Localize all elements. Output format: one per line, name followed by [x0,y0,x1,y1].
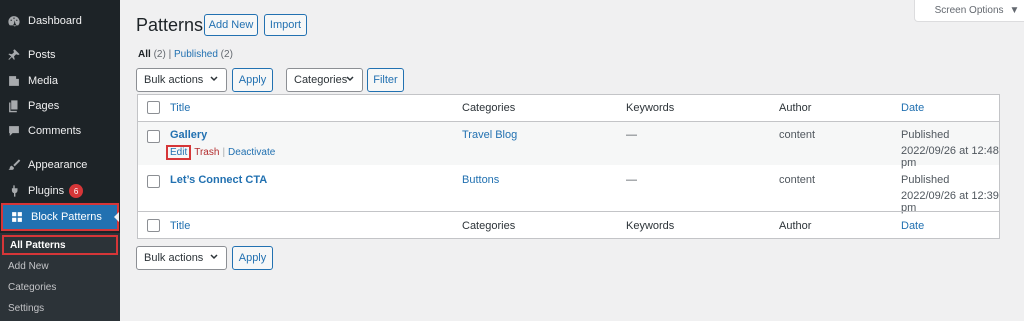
submenu-item-settings[interactable]: Settings [0,298,120,318]
sidebar-item-block-patterns[interactable]: Block Patterns [1,203,119,231]
select-all-checkbox[interactable] [147,101,160,114]
table-row: Let’s Connect CTA Buttons — content Publ… [138,165,999,214]
add-new-button[interactable]: Add New [204,14,258,36]
sidebar-item-plugins[interactable]: Plugins 6 [0,178,120,204]
row-category-link[interactable]: Travel Blog [462,129,517,141]
row-category-link[interactable]: Buttons [462,174,499,186]
column-author: Author [779,102,812,114]
sidebar-item-label: Dashboard [28,15,82,27]
column-categories: Categories [462,102,516,114]
bulk-actions-value: Bulk actions [144,74,204,86]
current-menu-arrow-icon [114,212,119,222]
row-checkbox[interactable] [147,175,160,188]
grid-icon [10,210,24,224]
chevron-down-icon [346,76,354,82]
chevron-down-icon [210,254,218,260]
sidebar-item-label: Comments [28,125,82,137]
import-button[interactable]: Import [264,14,307,36]
sidebar-item-appearance[interactable]: Appearance [0,152,120,178]
column-title-sort[interactable]: Title [170,220,190,232]
row-title-link[interactable]: Let’s Connect CTA [170,174,267,186]
row-status: Published [901,129,950,141]
categories-value: Categories [294,74,348,86]
dashboard-icon [7,14,21,28]
screen-options-label: Screen Options [934,5,1004,16]
page-title: Patterns [136,15,204,35]
admin-sidebar: Dashboard Posts Media Pages Comments App… [0,0,120,321]
brush-icon [7,158,21,172]
column-keywords: Keywords [626,220,675,232]
filter-all-link[interactable]: All [138,49,151,60]
trash-link[interactable]: Trash [194,147,219,158]
block-patterns-submenu: All Patterns Add New Categories Settings [0,233,120,321]
row-action-separator: | [222,147,226,158]
pages-icon [7,99,21,113]
media-icon [7,74,21,88]
chevron-down-icon [210,76,218,82]
plugin-icon [7,184,21,198]
column-date-sort[interactable]: Date [901,220,924,232]
caret-down-icon: ▼ [1009,5,1020,16]
sidebar-item-comments[interactable]: Comments [0,118,120,144]
row-keywords: — [626,129,637,141]
sidebar-item-label: Appearance [28,159,88,171]
screen-options-button[interactable]: Screen Options ▼ [914,0,1024,22]
sidebar-item-label: Block Patterns [31,211,102,223]
column-title-sort[interactable]: Title [170,102,190,114]
table-footer-row: Title Categories Keywords Author Date [138,211,999,238]
row-title-link[interactable]: Gallery [170,129,207,141]
column-categories: Categories [462,220,516,232]
sidebar-item-label: Posts [28,49,56,61]
categories-select[interactable]: Categories [286,68,363,92]
update-count-badge: 6 [69,184,84,198]
filter-published-count: (2) [220,49,233,60]
bulk-actions-select[interactable]: Bulk actions [136,68,227,92]
submenu-item-label: Categories [8,281,57,293]
bulk-actions-select-bottom[interactable]: Bulk actions [136,246,227,270]
main-content: Patterns Add New Import Screen Options ▼… [120,0,1024,321]
sidebar-item-dashboard[interactable]: Dashboard [0,8,120,34]
bulk-actions-value: Bulk actions [144,252,204,264]
row-actions: Edit Trash | Deactivate [166,145,275,160]
row-checkbox[interactable] [147,130,160,143]
pin-icon [7,48,21,62]
table-header-row: Title Categories Keywords Author Date [138,95,999,122]
table-row: Gallery Edit Trash | Deactivate Travel B… [138,122,999,169]
select-all-checkbox[interactable] [147,219,160,232]
sidebar-item-pages[interactable]: Pages [0,93,120,119]
column-author: Author [779,220,812,232]
apply-button-bottom[interactable]: Apply [232,246,273,270]
sidebar-item-media[interactable]: Media [0,68,120,94]
row-author: content [779,174,816,186]
submenu-item-label: Settings [8,302,45,314]
submenu-item-categories[interactable]: Categories [0,277,120,297]
comment-icon [7,124,21,138]
status-filter-links: All (2) | Published (2) [138,49,233,60]
row-status: Published [901,174,950,186]
submenu-item-all-patterns[interactable]: All Patterns [2,235,118,255]
filter-button[interactable]: Filter [367,68,404,92]
filter-all-count: (2) [153,49,166,60]
submenu-item-add-new[interactable]: Add New [0,256,120,276]
submenu-item-label: Add New [8,260,49,272]
apply-button[interactable]: Apply [232,68,273,92]
column-keywords: Keywords [626,102,675,114]
row-keywords: — [626,174,637,186]
deactivate-link[interactable]: Deactivate [228,147,275,158]
edit-link[interactable]: Edit [166,145,192,160]
sidebar-item-label: Media [28,75,58,87]
submenu-item-label: All Patterns [10,239,66,251]
filter-published-link[interactable]: Published [174,49,218,60]
row-author: content [779,129,816,141]
sidebar-item-label: Plugins [28,185,65,197]
sidebar-item-label: Pages [28,100,60,112]
sidebar-item-posts[interactable]: Posts [0,42,120,68]
column-date-sort[interactable]: Date [901,102,924,114]
patterns-table: Title Categories Keywords Author Date Ga… [137,94,1000,239]
